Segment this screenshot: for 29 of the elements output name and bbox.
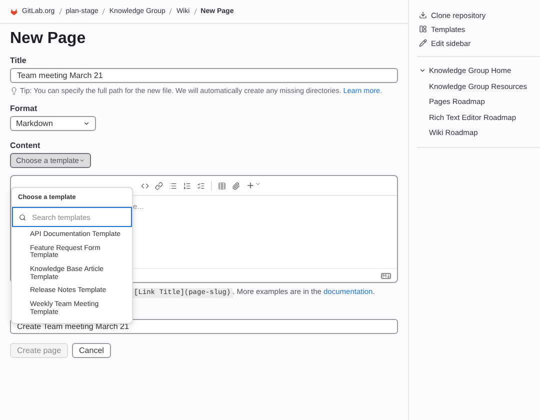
- field-label: Format: [10, 104, 38, 113]
- slash-icon: [169, 8, 172, 15]
- form-button[interactable]: Cancel: [72, 343, 111, 358]
- title-input[interactable]: Team meeting March 21: [10, 68, 398, 83]
- slash-icon: [102, 8, 106, 15]
- lightbulb-icon: [10, 86, 18, 94]
- table-icon[interactable]: [218, 182, 226, 190]
- bullet-list-icon[interactable]: [169, 182, 177, 190]
- layout-icon: [419, 25, 427, 33]
- link-icon[interactable]: [155, 182, 163, 190]
- format-select[interactable]: Markdown: [10, 116, 96, 131]
- slash-icon: [58, 8, 62, 15]
- download-icon: [419, 11, 427, 19]
- numbered-list-icon[interactable]: [183, 182, 191, 190]
- code-icon[interactable]: [141, 182, 149, 190]
- chevron-icon: [83, 120, 90, 127]
- chevron-icon[interactable]: [419, 67, 426, 74]
- search-icon: [19, 214, 26, 220]
- chevron-icon: [78, 157, 85, 164]
- markdown-icon: [381, 272, 391, 278]
- field-label: Content: [10, 141, 42, 150]
- pencil-icon: [419, 39, 427, 47]
- paperclip-icon[interactable]: [232, 182, 240, 190]
- checklist-icon[interactable]: [197, 182, 205, 190]
- slash-icon: [194, 8, 197, 15]
- page-title: New Page: [10, 30, 87, 48]
- plus-icon[interactable]: [246, 181, 261, 190]
- field-label: Title: [10, 56, 28, 65]
- logo-icon: [10, 8, 18, 16]
